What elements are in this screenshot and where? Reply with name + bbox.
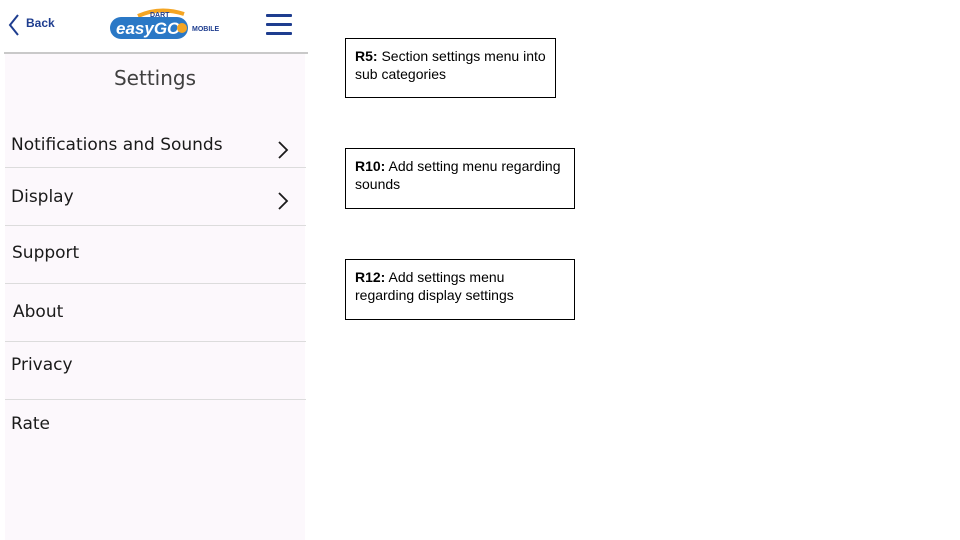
settings-item-label: About <box>13 302 64 322</box>
settings-item-notifications-and-sounds[interactable]: Notifications and Sounds <box>5 117 306 174</box>
page-title: Settings <box>113 66 197 90</box>
annotation-r5: R5: Section settings menu into sub categ… <box>345 38 556 98</box>
back-chevron-icon <box>8 14 19 36</box>
settings-item-label: Rate <box>11 414 50 434</box>
annotation-text: Add setting menu regarding sounds <box>355 158 561 192</box>
logo-brand-text: easyGO <box>116 19 180 38</box>
settings-item-label: Notifications and Sounds <box>11 135 223 155</box>
back-label: Back <box>26 16 55 30</box>
easygo-logo: DART easyGO MOBILE <box>110 8 220 39</box>
annotation-id: R10: <box>355 158 386 174</box>
settings-item-display[interactable]: Display <box>5 168 306 225</box>
settings-item-label: Privacy <box>11 355 73 375</box>
chevron-right-icon <box>278 141 289 159</box>
hamburger-menu-icon[interactable] <box>266 12 293 36</box>
chevron-right-icon <box>278 192 289 210</box>
logo-suffix-text: MOBILE <box>192 26 220 33</box>
annotation-id: R12: <box>355 269 386 285</box>
annotation-text: Section settings menu into sub categorie… <box>355 48 546 82</box>
settings-panel: Settings Notifications and Sounds Displa… <box>5 54 306 540</box>
settings-item-rate[interactable]: Rate <box>5 400 306 457</box>
phone-screen: Back DART easyGO MOBILE Settings Notific… <box>0 0 308 540</box>
settings-item-label: Display <box>11 187 74 207</box>
settings-item-privacy[interactable]: Privacy <box>5 342 306 399</box>
top-bar: Back DART easyGO MOBILE <box>0 0 306 52</box>
settings-item-label: Support <box>12 243 80 263</box>
annotation-r12: R12: Add settings menu regarding display… <box>345 259 575 320</box>
annotation-r10: R10: Add setting menu regarding sounds <box>345 148 575 209</box>
annotation-id: R5: <box>355 48 378 64</box>
settings-item-about[interactable]: About <box>5 284 306 341</box>
back-button[interactable]: Back <box>8 12 55 38</box>
settings-item-support[interactable]: Support <box>5 226 306 283</box>
